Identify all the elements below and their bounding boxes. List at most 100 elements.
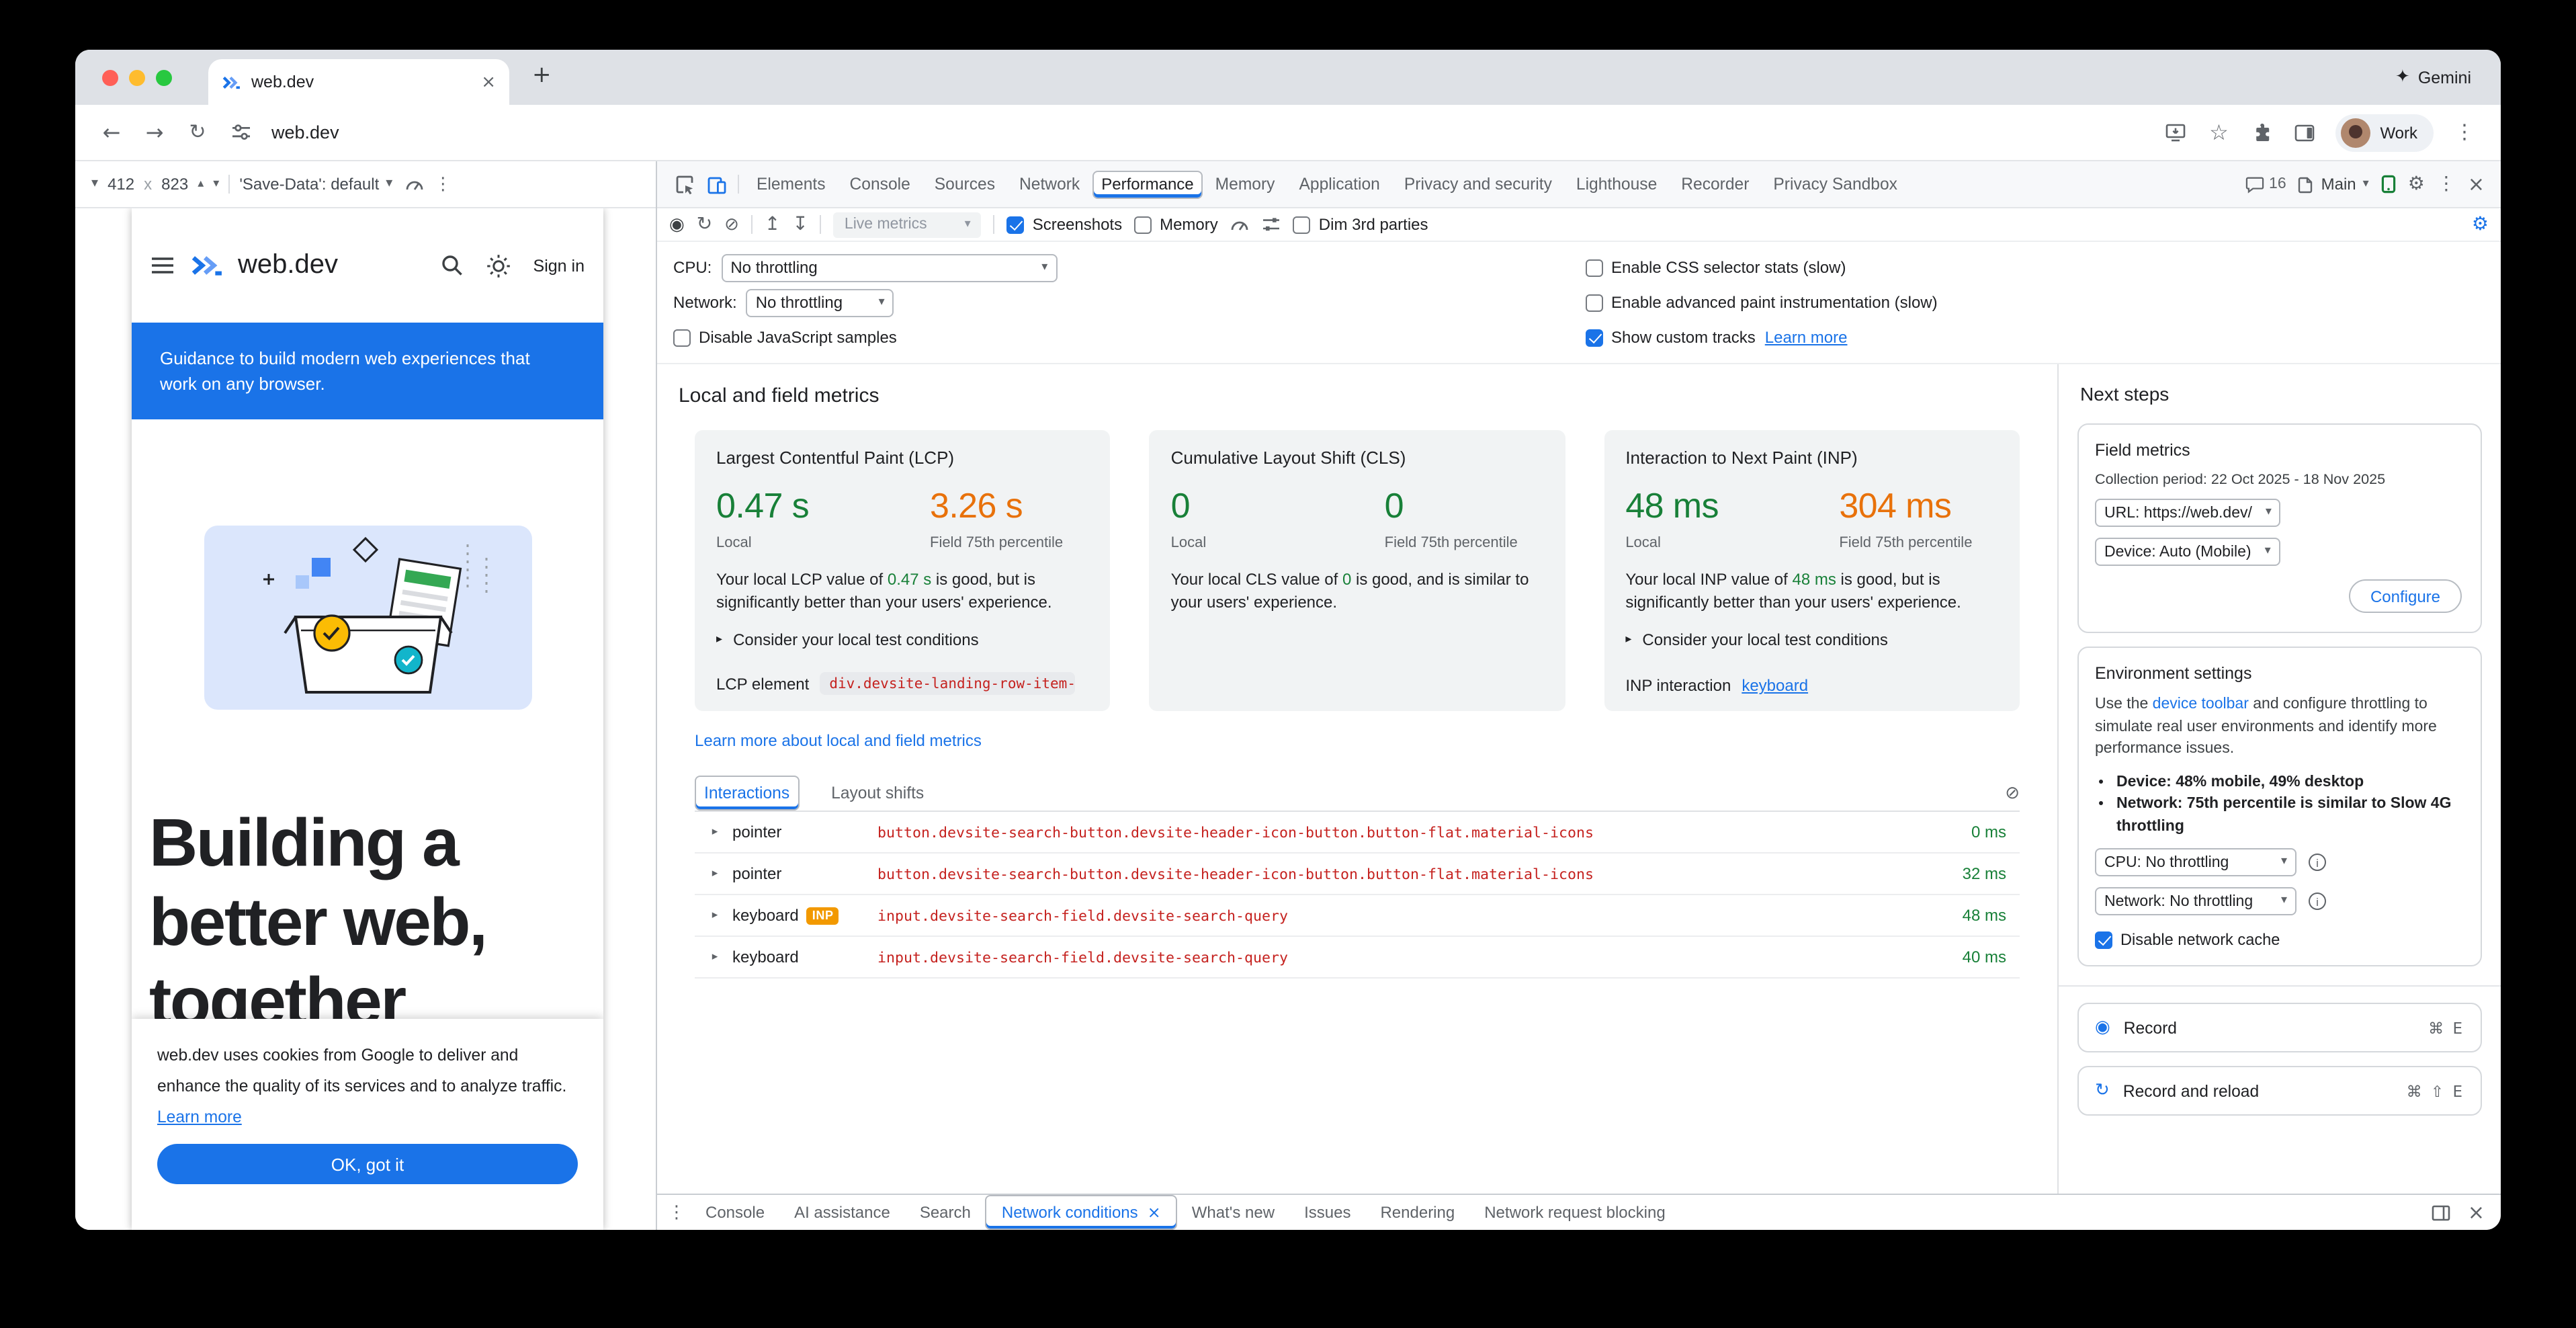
configure-button[interactable]: Configure — [2349, 579, 2462, 613]
profile-button[interactable]: Work — [2335, 114, 2434, 151]
cookie-accept-button[interactable]: OK, got it — [157, 1144, 578, 1184]
site-info-icon[interactable] — [220, 112, 261, 153]
network-throttling-select[interactable]: No throttling ▾ — [746, 288, 894, 317]
theme-toggle-icon[interactable] — [486, 253, 511, 278]
side-panel-icon[interactable] — [2284, 112, 2325, 153]
info-icon[interactable] — [2309, 893, 2326, 910]
panel-layout-icon[interactable] — [2432, 1204, 2452, 1221]
expand-row-icon[interactable]: ▸ — [708, 827, 722, 838]
tab-memory[interactable]: Memory — [1203, 161, 1287, 207]
expand-row-icon[interactable]: ▸ — [708, 952, 722, 963]
disable-network-cache-checkbox[interactable]: Disable network cache — [2095, 930, 2464, 949]
screenshots-checkbox[interactable]: Screenshots — [1007, 215, 1122, 234]
tab-console[interactable]: Console — [838, 161, 922, 207]
close-drawer-tab-icon[interactable]: × — [1148, 1204, 1161, 1220]
record-button[interactable]: ◉ Record ⌘ E — [2077, 1003, 2482, 1052]
lcp-element-chip[interactable]: div.devsite-landing-row-item-d… — [820, 672, 1075, 695]
custom-tracks-learn-more-link[interactable]: Learn more — [1765, 328, 1848, 347]
forward-button[interactable]: → — [134, 112, 175, 153]
drawer-menu-icon[interactable]: ⋮ — [668, 1204, 685, 1221]
install-icon[interactable] — [2155, 112, 2196, 153]
tab-privacy-sandbox[interactable]: Privacy Sandbox — [1761, 161, 1909, 207]
promo-banner[interactable]: Guidance to build modern web experiences… — [132, 323, 603, 419]
clear-log-icon[interactable]: ⊘ — [2005, 784, 2020, 802]
load-profile-icon[interactable]: ↥ — [765, 215, 780, 234]
info-icon[interactable] — [2309, 854, 2326, 871]
url-select[interactable]: URL: https://web.dev/ ▾ — [2095, 499, 2281, 527]
drawer-tab-network-conditions[interactable]: Network conditions × — [986, 1195, 1177, 1230]
zoom-spinner-down-icon[interactable]: ▾ — [213, 178, 219, 190]
show-custom-tracks-checkbox[interactable]: Show custom tracks — [1586, 328, 1756, 347]
drawer-tab-whats-new[interactable]: What's new — [1177, 1195, 1289, 1230]
interaction-row[interactable]: ▸ pointer button.devsite-search-button.d… — [695, 812, 2020, 854]
extensions-icon[interactable] — [2241, 112, 2282, 153]
lcp-test-conditions-expander[interactable]: ▸ Consider your local test conditions — [716, 630, 1089, 649]
device-select-icon[interactable]: ▾ — [91, 177, 98, 191]
browser-menu-icon[interactable]: ⋮ — [2444, 112, 2485, 153]
clear-icon[interactable]: ⊘ — [724, 216, 739, 233]
close-tab-icon[interactable]: × — [481, 73, 496, 91]
record-icon[interactable]: ◉ — [669, 216, 685, 233]
tab-recorder[interactable]: Recorder — [1669, 161, 1761, 207]
tab-network[interactable]: Network — [1007, 161, 1092, 207]
gemini-button[interactable]: ✦ Gemini — [2395, 50, 2471, 105]
inp-test-conditions-expander[interactable]: ▸ Consider your local test conditions — [1625, 630, 1998, 649]
reload-button[interactable]: ↻ — [177, 112, 218, 153]
zoom-spinner-up-icon[interactable]: ▴ — [198, 178, 204, 190]
env-network-select[interactable]: Network: No throttling ▾ — [2095, 887, 2296, 915]
cpu-throttle-icon[interactable] — [1262, 215, 1281, 234]
close-drawer-icon[interactable]: × — [2468, 1202, 2485, 1222]
tab-layout-shifts[interactable]: Layout shifts — [831, 776, 924, 811]
search-icon[interactable] — [441, 254, 464, 277]
tab-lighthouse[interactable]: Lighthouse — [1564, 161, 1669, 207]
interaction-row[interactable]: ▸ keyboard input.devsite-search-field.de… — [695, 937, 2020, 979]
record-reload-icon[interactable]: ↻ — [697, 215, 712, 234]
webdev-logo-icon[interactable] — [189, 251, 223, 280]
network-throttle-icon[interactable] — [1230, 216, 1250, 233]
zoom-window-button[interactable] — [156, 70, 172, 86]
browser-tab[interactable]: web.dev × — [208, 59, 509, 105]
drawer-tab-issues[interactable]: Issues — [1289, 1195, 1365, 1230]
interaction-row[interactable]: ▸ keyboardINP input.devsite-search-field… — [695, 895, 2020, 937]
inp-interaction-link[interactable]: keyboard — [1742, 676, 1808, 695]
drawer-tab-search[interactable]: Search — [905, 1195, 986, 1230]
devtools-close-icon[interactable]: × — [2468, 174, 2485, 194]
device-width-input[interactable]: 412 — [108, 175, 134, 194]
url-text[interactable]: web.dev — [271, 122, 2153, 142]
devtools-menu-icon[interactable]: ⋮ — [2437, 175, 2456, 194]
save-data-select[interactable]: 'Save-Data': default ▾ — [239, 175, 392, 194]
site-brand[interactable]: web.dev — [238, 250, 338, 281]
record-and-reload-button[interactable]: ↻ Record and reload ⌘ ⇧ E — [2077, 1066, 2482, 1116]
console-messages-badge[interactable]: 16 — [2245, 175, 2286, 193]
tab-elements[interactable]: Elements — [744, 161, 838, 207]
device-toolbar-menu-icon[interactable]: ⋮ — [434, 175, 452, 193]
interaction-row[interactable]: ▸ pointer button.devsite-search-button.d… — [695, 854, 2020, 895]
tab-application[interactable]: Application — [1287, 161, 1392, 207]
context-selector[interactable]: Main ▾ — [2299, 175, 2369, 194]
cpu-throttling-select[interactable]: No throttling ▾ — [721, 253, 1057, 282]
drawer-tab-network-request-blocking[interactable]: Network request blocking — [1469, 1195, 1680, 1230]
env-cpu-select[interactable]: CPU: No throttling ▾ — [2095, 848, 2296, 876]
hamburger-menu-icon[interactable] — [151, 257, 175, 274]
sign-in-link[interactable]: Sign in — [533, 256, 585, 275]
advanced-paint-checkbox[interactable]: Enable advanced paint instrumentation (s… — [1586, 293, 1938, 312]
device-select[interactable]: Device: Auto (Mobile) ▾ — [2095, 538, 2280, 566]
back-button[interactable]: ← — [91, 112, 132, 153]
device-toolbar-link[interactable]: device toolbar — [2153, 696, 2249, 712]
cookie-learn-more-link[interactable]: Learn more — [157, 1108, 242, 1126]
minimize-window-button[interactable] — [129, 70, 145, 86]
tab-privacy-security[interactable]: Privacy and security — [1392, 161, 1564, 207]
panel-settings-gear-icon[interactable]: ⚙ — [2472, 215, 2489, 234]
tab-performance[interactable]: Performance — [1092, 170, 1203, 198]
expand-row-icon[interactable]: ▸ — [708, 910, 722, 921]
css-selector-stats-checkbox[interactable]: Enable CSS selector stats (slow) — [1586, 258, 1846, 277]
drawer-tab-rendering[interactable]: Rendering — [1365, 1195, 1469, 1230]
close-window-button[interactable] — [102, 70, 118, 86]
device-height-input[interactable]: 823 — [161, 175, 188, 194]
throttle-status-icon[interactable] — [404, 176, 425, 192]
bookmark-star-icon[interactable]: ☆ — [2198, 112, 2239, 153]
tab-interactions[interactable]: Interactions — [695, 776, 799, 811]
field-metrics-learn-more-link[interactable]: Learn more about local and field metrics — [695, 731, 982, 750]
device-toolbar-toggle-icon[interactable] — [700, 168, 732, 200]
save-profile-icon[interactable]: ↧ — [792, 215, 808, 234]
